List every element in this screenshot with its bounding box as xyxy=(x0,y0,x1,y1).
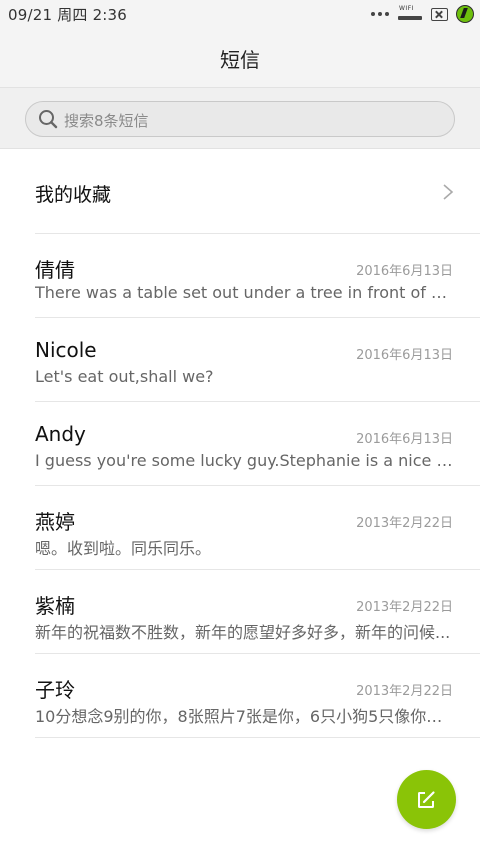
message-preview: There was a table set out under a tree i… xyxy=(35,283,453,302)
contact-name: Nicole xyxy=(35,338,97,362)
contact-name: 子玲 xyxy=(35,678,75,702)
contact-name: 紫楠 xyxy=(35,594,75,618)
message-date: 2013年2月22日 xyxy=(356,684,453,699)
contact-name: Andy xyxy=(35,422,86,446)
compose-button[interactable] xyxy=(397,770,456,829)
signal-dots-icon xyxy=(371,12,389,16)
search-placeholder: 搜索8条短信 xyxy=(64,112,149,130)
conversation-item[interactable]: 子玲 2013年2月22日 10分想念9别的你，8张照片7张是你，6只小狗5只像… xyxy=(35,654,480,738)
search-input[interactable]: 搜索8条短信 xyxy=(25,101,455,137)
message-preview: I guess you're some lucky guy.Stephanie … xyxy=(35,451,453,470)
status-time: 09/21 周四 2:36 xyxy=(8,6,128,24)
chevron-right-icon xyxy=(443,184,454,200)
wifi-icon: WIFI xyxy=(397,5,423,22)
search-icon xyxy=(39,110,58,129)
conversation-item[interactable]: 紫楠 2013年2月22日 新年的祝福数不胜数，新年的愿望好多好多，新年的问候.… xyxy=(35,570,480,654)
message-date: 2016年6月13日 xyxy=(356,432,453,447)
message-date: 2013年2月22日 xyxy=(356,516,453,531)
message-date: 2016年6月13日 xyxy=(356,348,453,363)
favorites-row[interactable]: 我的收藏 xyxy=(35,150,480,234)
conversation-item[interactable]: 倩倩 2016年6月13日 There was a table set out … xyxy=(35,234,480,318)
contact-name: 倩倩 xyxy=(35,258,75,282)
status-bar: 09/21 周四 2:36 WIFI xyxy=(0,0,480,28)
status-icons: WIFI xyxy=(371,3,474,25)
favorites-label: 我的收藏 xyxy=(35,184,112,206)
contact-name: 燕婷 xyxy=(35,510,75,534)
no-sim-icon xyxy=(431,7,448,21)
message-preview: 新年的祝福数不胜数，新年的愿望好多好多，新年的问候... xyxy=(35,623,451,642)
message-preview: 10分想念9别的你，8张照片7张是你，6只小狗5只像你，4... xyxy=(35,707,453,726)
wifi-label: WIFI xyxy=(399,5,414,12)
messages-screen: 09/21 周四 2:36 WIFI 短信 搜索8条短信 我的收藏 倩倩 201… xyxy=(0,0,480,853)
conversation-item[interactable]: Andy 2016年6月13日 I guess you're some luck… xyxy=(35,402,480,486)
compose-icon xyxy=(418,791,435,808)
message-date: 2013年2月22日 xyxy=(356,600,453,615)
message-preview: Let's eat out,shall we? xyxy=(35,367,214,386)
app-header: 短信 xyxy=(0,28,480,87)
page-title: 短信 xyxy=(220,48,260,72)
message-preview: 嗯。收到啦。同乐同乐。 xyxy=(35,539,212,558)
battery-charging-icon xyxy=(456,5,474,23)
conversation-item[interactable]: 燕婷 2013年2月22日 嗯。收到啦。同乐同乐。 xyxy=(35,486,480,570)
conversation-list: 我的收藏 倩倩 2016年6月13日 There was a table set… xyxy=(0,150,480,738)
message-date: 2016年6月13日 xyxy=(356,264,453,279)
conversation-item[interactable]: Nicole 2016年6月13日 Let's eat out,shall we… xyxy=(35,318,480,402)
search-area: 搜索8条短信 xyxy=(0,87,480,149)
